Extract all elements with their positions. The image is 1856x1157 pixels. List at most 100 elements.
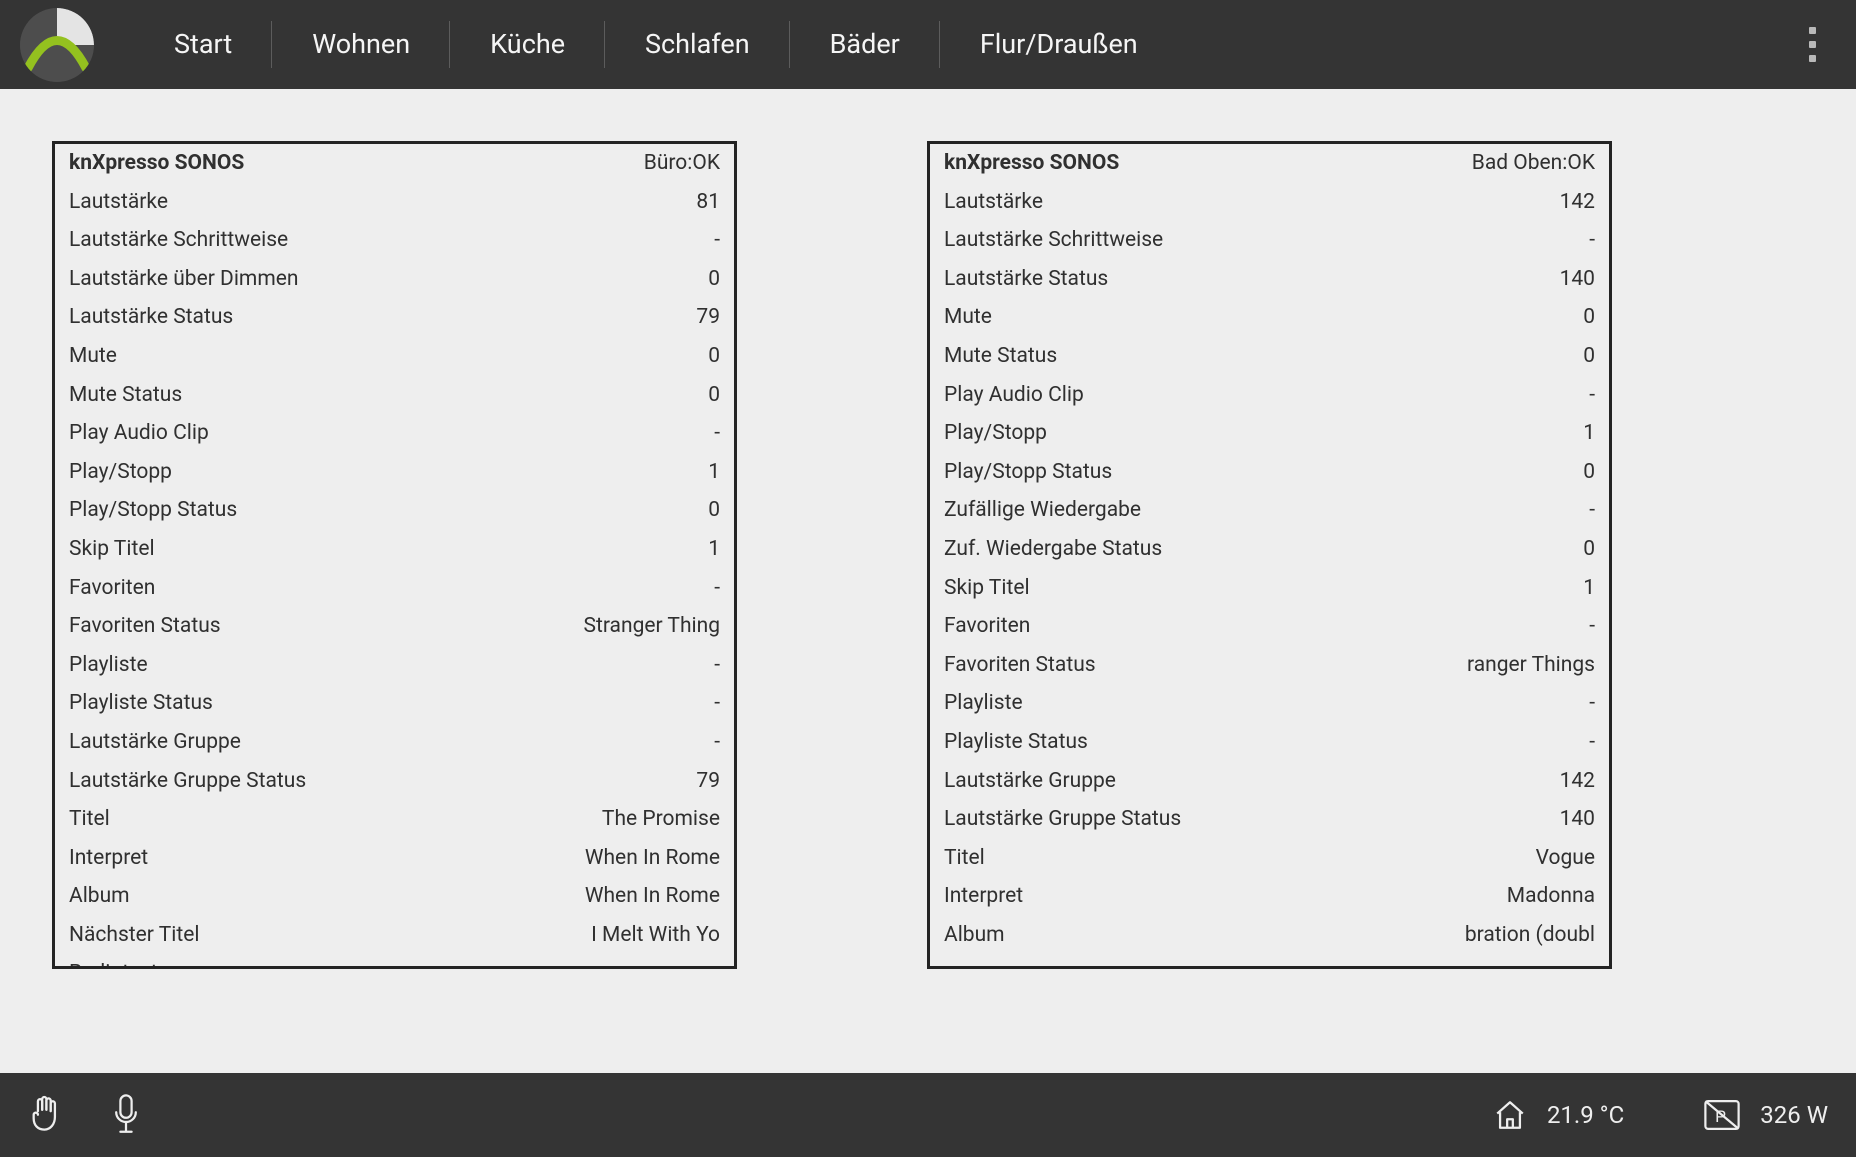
- nav-wohnen[interactable]: Wohnen: [272, 0, 450, 89]
- list-item[interactable]: Playliste-: [55, 646, 734, 685]
- list-item[interactable]: Playliste Status-: [55, 684, 734, 723]
- list-item[interactable]: Play/Stopp Status0: [55, 491, 734, 530]
- nav-start[interactable]: Start: [134, 0, 272, 89]
- panel-rows-left: Lautstärke81Lautstärke Schrittweise-Laut…: [55, 183, 734, 969]
- list-item[interactable]: Lautstärke Gruppe Status 79: [55, 762, 734, 801]
- overflow-menu-icon[interactable]: [1799, 17, 1826, 72]
- list-item[interactable]: Playliste Status-: [930, 723, 1609, 762]
- row-value: 0: [1583, 453, 1595, 492]
- row-value: When In Rome: [585, 839, 720, 878]
- list-item[interactable]: AlbumWhen In Rome: [55, 877, 734, 916]
- row-label: Album: [944, 916, 1005, 955]
- list-item[interactable]: Favoriten StatusStranger Thing: [55, 607, 734, 646]
- list-item[interactable]: Favoriten Status ranger Things: [930, 646, 1609, 685]
- row-label: Lautstärke Gruppe Status: [944, 800, 1181, 839]
- list-item[interactable]: Play Audio Clip-: [55, 414, 734, 453]
- list-item[interactable]: Favoriten-: [55, 569, 734, 608]
- row-label: Lautstärke Gruppe Status: [69, 762, 306, 801]
- list-item[interactable]: Lautstärke Status79: [55, 298, 734, 337]
- list-item[interactable]: Play Audio Clip -: [930, 376, 1609, 415]
- list-item[interactable]: Favoriten-: [930, 607, 1609, 646]
- row-value: 0: [708, 376, 720, 415]
- row-label: Play/Stopp Status: [69, 491, 237, 530]
- list-item[interactable]: Lautstärke Gruppe Status140: [930, 800, 1609, 839]
- row-value: The Promise: [602, 800, 720, 839]
- row-label: Mute Status: [944, 337, 1057, 376]
- row-label: Titel: [69, 800, 110, 839]
- list-item[interactable]: Zufällige Wiedergabe-: [930, 491, 1609, 530]
- sonos-panel-bad-oben: knXpresso SONOS Bad Oben:OK Lautstärke14…: [927, 141, 1612, 969]
- nav-flur[interactable]: Flur/Draußen: [940, 0, 1178, 89]
- list-item[interactable]: Interpret Madonna: [930, 877, 1609, 916]
- row-label: Play Audio Clip: [69, 414, 209, 453]
- row-label: Lautstärke Status: [69, 298, 233, 337]
- list-item[interactable]: Nächster TitelI Melt With Yo: [55, 916, 734, 955]
- list-item[interactable]: Lautstärke142: [930, 183, 1609, 222]
- nav-kueche[interactable]: Küche: [450, 0, 605, 89]
- row-value: Madonna: [1507, 877, 1595, 916]
- list-item[interactable]: Skip Titel1: [930, 569, 1609, 608]
- row-value: -: [1589, 376, 1595, 415]
- nav-baeder[interactable]: Bäder: [790, 0, 940, 89]
- list-item[interactable]: Lautstärke über Dimmen 0: [55, 260, 734, 299]
- list-item[interactable]: Play/Stopp 1: [930, 414, 1609, 453]
- row-value: -: [714, 646, 720, 685]
- microphone-icon[interactable]: [112, 1094, 140, 1136]
- list-item[interactable]: Lautstärke Gruppe142: [930, 762, 1609, 801]
- row-label: Playliste Status: [69, 684, 213, 723]
- hand-icon[interactable]: [28, 1094, 62, 1136]
- list-item[interactable]: Play/Stopp1: [55, 453, 734, 492]
- row-value: 0: [708, 337, 720, 376]
- row-value: 1: [1583, 414, 1595, 453]
- row-value: 0: [708, 260, 720, 299]
- row-label: Interpret: [944, 877, 1023, 916]
- list-item[interactable]: Mute0: [55, 337, 734, 376]
- row-value: I Melt With Yo: [591, 916, 720, 955]
- list-item[interactable]: Mute Status0: [930, 337, 1609, 376]
- list-item[interactable]: Interpret When In Rome: [55, 839, 734, 878]
- list-item[interactable]: Play/Stopp Status0: [930, 453, 1609, 492]
- row-label: Playliste: [944, 684, 1023, 723]
- bottom-bar: 21.9 °C P 326 W: [0, 1073, 1856, 1157]
- row-value: ranger Things: [1467, 646, 1595, 685]
- list-item[interactable]: Mute Status0: [55, 376, 734, 415]
- list-item[interactable]: Zuf. Wiedergabe Status0: [930, 530, 1609, 569]
- panel-title: knXpresso SONOS: [944, 144, 1119, 183]
- list-item[interactable]: Lautstärke81: [55, 183, 734, 222]
- list-item[interactable]: Albumbration (doubl: [930, 916, 1609, 955]
- list-item[interactable]: TitelVogue: [930, 839, 1609, 878]
- app-logo: [20, 8, 94, 82]
- row-value: -: [714, 723, 720, 762]
- temperature-readout: 21.9 °C: [1493, 1099, 1624, 1131]
- list-item[interactable]: Mute0: [930, 298, 1609, 337]
- list-item[interactable]: Radiotext: [55, 954, 734, 969]
- row-label: Lautstärke Status: [944, 260, 1108, 299]
- nav-schlafen[interactable]: Schlafen: [605, 0, 790, 89]
- row-label: Play Audio Clip: [944, 376, 1084, 415]
- list-item[interactable]: Lautstärke Gruppe-: [55, 723, 734, 762]
- row-value: -: [1589, 684, 1595, 723]
- main-content: knXpresso SONOS Büro:OK Lautstärke81Laut…: [0, 89, 1856, 1073]
- row-label: Lautstärke über Dimmen: [69, 260, 299, 299]
- row-value: 79: [696, 762, 720, 801]
- row-label: Play/Stopp: [944, 414, 1047, 453]
- list-item[interactable]: Lautstärke Schrittweise-: [55, 221, 734, 260]
- list-item[interactable]: Titel The Promise: [55, 800, 734, 839]
- row-value: When In Rome: [585, 877, 720, 916]
- sonos-panel-buero: knXpresso SONOS Büro:OK Lautstärke81Laut…: [52, 141, 737, 969]
- list-item[interactable]: Playliste -: [930, 684, 1609, 723]
- list-item[interactable]: Skip Titel1: [55, 530, 734, 569]
- row-label: Lautstärke: [69, 183, 168, 222]
- list-item[interactable]: Lautstärke Status140: [930, 260, 1609, 299]
- row-label: Favoriten Status: [944, 646, 1096, 685]
- row-label: Interpret: [69, 839, 148, 878]
- panel-rows-right: Lautstärke142Lautstärke Schrittweise-Lau…: [930, 183, 1609, 955]
- power-value: 326 W: [1760, 1101, 1828, 1129]
- row-value: -: [1589, 221, 1595, 260]
- list-item[interactable]: Lautstärke Schrittweise-: [930, 221, 1609, 260]
- row-value: -: [1589, 723, 1595, 762]
- panel-header: knXpresso SONOS Büro:OK: [55, 144, 734, 183]
- row-label: Favoriten: [69, 569, 155, 608]
- row-label: Lautstärke Gruppe: [944, 762, 1116, 801]
- panel-header: knXpresso SONOS Bad Oben:OK: [930, 144, 1609, 183]
